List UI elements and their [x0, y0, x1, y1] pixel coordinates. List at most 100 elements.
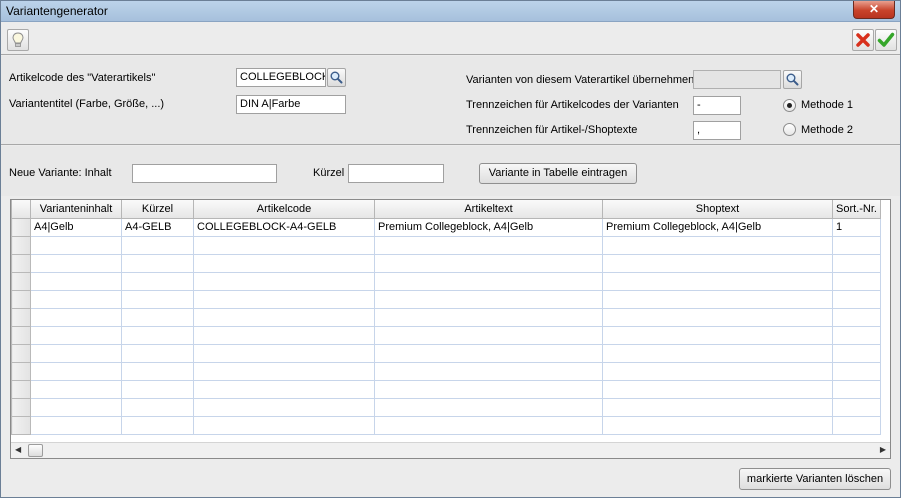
row-selector[interactable]	[11, 415, 31, 435]
table-cell[interactable]: A4|Gelb	[30, 217, 122, 237]
table-cell[interactable]	[193, 253, 375, 273]
table-cell[interactable]	[193, 361, 375, 381]
row-selector[interactable]	[11, 271, 31, 291]
ok-button[interactable]	[875, 29, 897, 51]
table-cell[interactable]	[193, 271, 375, 291]
row-selector[interactable]	[11, 343, 31, 363]
empty-table-row[interactable]	[11, 289, 881, 309]
column-header[interactable]: Artikelcode	[193, 200, 375, 219]
table-cell[interactable]: COLLEGEBLOCK-A4-GELB	[193, 217, 375, 237]
table-cell[interactable]	[374, 325, 603, 345]
column-header[interactable]: Sort.-Nr.	[832, 200, 881, 219]
row-selector[interactable]	[11, 217, 31, 237]
table-cell[interactable]	[602, 235, 833, 255]
table-cell[interactable]: 1	[832, 217, 881, 237]
method-2-radio[interactable]	[783, 123, 796, 136]
table-cell[interactable]	[602, 289, 833, 309]
column-header[interactable]: Shoptext	[602, 200, 833, 219]
table-cell[interactable]	[832, 325, 881, 345]
table-cell[interactable]	[30, 289, 122, 309]
horizontal-scrollbar[interactable]: ◀ ▶	[11, 442, 890, 458]
table-cell[interactable]	[832, 235, 881, 255]
scroll-left-icon[interactable]: ◀	[15, 445, 21, 454]
table-cell[interactable]	[193, 379, 375, 399]
empty-table-row[interactable]	[11, 379, 881, 399]
table-cell[interactable]	[832, 397, 881, 417]
table-cell[interactable]	[602, 271, 833, 291]
table-row[interactable]: A4|Gelb A4-GELB COLLEGEBLOCK-A4-GELB Pre…	[11, 217, 881, 237]
table-cell[interactable]	[602, 343, 833, 363]
empty-table-row[interactable]	[11, 343, 881, 363]
table-cell[interactable]	[193, 343, 375, 363]
empty-table-row[interactable]	[11, 253, 881, 273]
table-cell[interactable]	[602, 325, 833, 345]
table-cell[interactable]	[30, 253, 122, 273]
table-cell[interactable]	[30, 397, 122, 417]
scroll-right-icon[interactable]: ▶	[880, 445, 886, 454]
table-cell[interactable]	[193, 415, 375, 435]
table-cell[interactable]	[374, 253, 603, 273]
new-variant-short-field[interactable]	[348, 164, 444, 183]
method-2-label[interactable]: Methode 2	[801, 124, 853, 136]
table-cell[interactable]	[374, 361, 603, 381]
table-cell[interactable]	[602, 397, 833, 417]
empty-table-row[interactable]	[11, 415, 881, 435]
empty-table-row[interactable]	[11, 397, 881, 417]
table-cell[interactable]	[193, 289, 375, 309]
table-cell[interactable]	[121, 235, 194, 255]
variants-table[interactable]: Varianteninhalt Kürzel Artikelcode Artik…	[10, 199, 891, 459]
scroll-thumb[interactable]	[28, 444, 43, 457]
table-cell[interactable]	[121, 379, 194, 399]
variant-title-field[interactable]: DIN A|Farbe	[236, 95, 346, 114]
row-selector[interactable]	[11, 307, 31, 327]
column-header[interactable]: Kürzel	[121, 200, 194, 219]
table-cell[interactable]	[602, 415, 833, 435]
table-cell[interactable]	[832, 415, 881, 435]
table-cell[interactable]	[121, 271, 194, 291]
separator-codes-field[interactable]: -	[693, 96, 741, 115]
table-cell[interactable]	[121, 289, 194, 309]
table-cell[interactable]	[374, 289, 603, 309]
table-cell[interactable]	[121, 397, 194, 417]
table-cell[interactable]	[602, 379, 833, 399]
table-cell[interactable]	[193, 235, 375, 255]
table-cell[interactable]: A4-GELB	[121, 217, 194, 237]
hint-button[interactable]	[7, 29, 29, 51]
table-cell[interactable]	[30, 415, 122, 435]
separator-text-field[interactable]: ,	[693, 121, 741, 140]
table-cell[interactable]	[832, 253, 881, 273]
row-selector[interactable]	[11, 289, 31, 309]
table-cell[interactable]	[193, 397, 375, 417]
table-cell[interactable]	[832, 379, 881, 399]
row-selector[interactable]	[11, 361, 31, 381]
table-cell[interactable]	[602, 253, 833, 273]
table-cell[interactable]	[832, 343, 881, 363]
table-cell[interactable]	[374, 235, 603, 255]
table-cell[interactable]	[121, 253, 194, 273]
table-cell[interactable]: Premium Collegeblock, A4|Gelb	[374, 217, 603, 237]
row-selector[interactable]	[11, 325, 31, 345]
table-cell[interactable]	[193, 307, 375, 327]
row-selector[interactable]	[11, 397, 31, 417]
table-cell[interactable]	[832, 271, 881, 291]
row-selector[interactable]	[11, 379, 31, 399]
table-cell[interactable]	[374, 343, 603, 363]
table-cell[interactable]	[374, 271, 603, 291]
add-variant-button[interactable]: Variante in Tabelle eintragen	[479, 163, 637, 184]
table-cell[interactable]	[832, 289, 881, 309]
table-cell[interactable]	[602, 361, 833, 381]
table-cell[interactable]	[121, 325, 194, 345]
column-header[interactable]: Varianteninhalt	[30, 200, 122, 219]
column-header[interactable]: Artikeltext	[374, 200, 603, 219]
table-cell[interactable]	[832, 307, 881, 327]
copy-variants-field[interactable]	[693, 70, 781, 89]
parent-code-search-button[interactable]	[327, 68, 346, 87]
parent-code-field[interactable]: COLLEGEBLOCK	[236, 68, 326, 87]
table-cell[interactable]	[602, 307, 833, 327]
table-cell[interactable]	[30, 271, 122, 291]
table-cell[interactable]	[121, 361, 194, 381]
empty-table-row[interactable]	[11, 235, 881, 255]
row-selector[interactable]	[11, 253, 31, 273]
delete-marked-variants-button[interactable]: markierte Varianten löschen	[739, 468, 891, 490]
new-variant-content-field[interactable]	[132, 164, 277, 183]
